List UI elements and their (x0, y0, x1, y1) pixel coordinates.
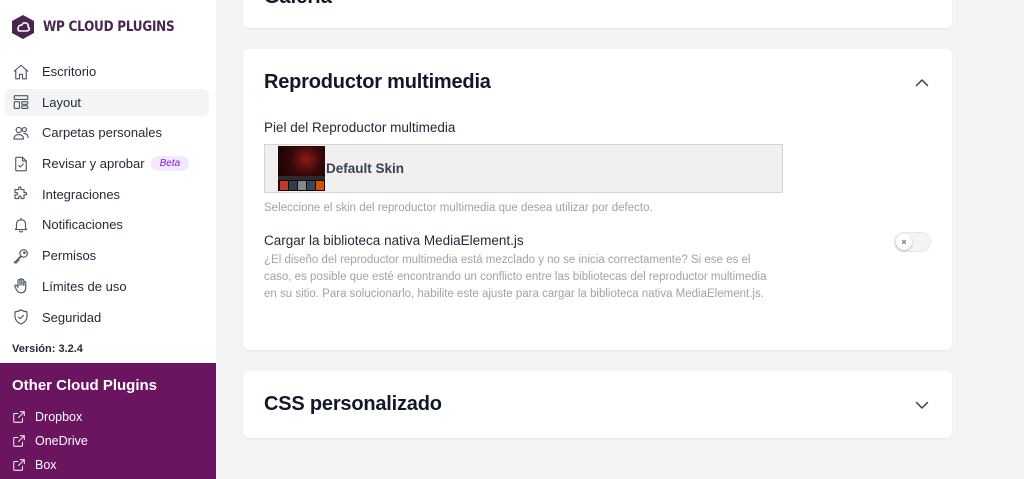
custom-css-section: CSS personalizado (243, 371, 952, 438)
puzzle-icon (12, 185, 30, 203)
gallery-section-card: Galería (243, 0, 952, 28)
brand-name: WP CLOUD PLUGINS (43, 19, 175, 35)
other-plugins-list: Dropbox OneDrive Box (12, 405, 88, 477)
key-icon (12, 247, 30, 265)
nav-item-seguridad[interactable]: Seguridad (5, 304, 209, 331)
nav-label: Permisos (42, 248, 97, 264)
nav-label: Notificaciones (42, 217, 123, 233)
plugin-link-dropbox[interactable]: Dropbox (12, 405, 88, 429)
nav-label: Límites de uso (42, 278, 127, 294)
nav-label: Carpetas personales (42, 125, 162, 141)
chevron-down-icon[interactable] (914, 397, 930, 413)
home-icon (12, 63, 30, 81)
other-plugins-title: Other Cloud Plugins (12, 377, 157, 394)
skin-field-label: Piel del Reproductor multimedia (264, 120, 456, 135)
nav-item-notificaciones[interactable]: Notificaciones (5, 211, 209, 238)
version-label: Versión: 3.2.4 (12, 343, 83, 355)
beta-badge: Beta (150, 156, 190, 172)
nav-label: Integraciones (42, 186, 121, 202)
native-mediaelement-toggle[interactable]: × (894, 232, 931, 252)
media-player-section: Reproductor multimedia Piel del Reproduc… (243, 49, 952, 350)
brand-logo[interactable]: WP CLOUD PLUGINS (11, 14, 196, 40)
layout-icon (12, 93, 30, 111)
custom-css-section-title[interactable]: CSS personalizado (264, 393, 442, 416)
native-mediaelement-description: ¿El diseño del reproductor multimedia es… (264, 254, 767, 300)
hand-icon (12, 277, 30, 295)
main-nav: Escritorio Layout Carpetas personales Re… (5, 58, 209, 334)
users-icon (12, 124, 30, 142)
plugin-link-box[interactable]: Box (12, 453, 88, 477)
plugin-link-label: Dropbox (35, 410, 83, 424)
nav-label: Revisar y aprobar (42, 156, 145, 172)
external-link-icon (13, 411, 25, 423)
shield-check-icon (12, 308, 30, 326)
toggle-knob-x-icon: × (896, 234, 912, 250)
plugin-link-label: Box (35, 458, 57, 472)
external-link-icon (13, 459, 25, 471)
nav-label: Escritorio (42, 64, 97, 79)
chevron-up-icon[interactable] (914, 75, 930, 91)
brand-logo-icon (12, 15, 34, 39)
media-player-section-title[interactable]: Reproductor multimedia (264, 71, 491, 94)
bell-icon (12, 216, 30, 234)
document-check-icon (12, 155, 30, 173)
external-link-icon (13, 435, 25, 447)
native-mediaelement-label: Cargar la biblioteca nativa MediaElement… (264, 233, 524, 248)
sidebar: WP CLOUD PLUGINS Escritorio Layout Carpe… (0, 0, 216, 479)
other-cloud-plugins-panel: Other Cloud Plugins Dropbox OneDrive Box (0, 363, 216, 479)
skin-select[interactable]: Default Skin (264, 144, 783, 193)
skin-preview-thumbnail (278, 146, 325, 191)
skin-selected-value: Default Skin (326, 161, 405, 176)
nav-label: Seguridad (42, 309, 102, 325)
nav-item-escritorio[interactable]: Escritorio (5, 58, 209, 85)
nav-item-carpetas-personales[interactable]: Carpetas personales (5, 119, 209, 146)
nav-item-integraciones[interactable]: Integraciones (5, 181, 209, 208)
plugin-link-label: OneDrive (35, 434, 88, 448)
plugin-link-onedrive[interactable]: OneDrive (12, 429, 88, 453)
gallery-section-title[interactable]: Galería (264, 0, 332, 9)
nav-item-limites-uso[interactable]: Límites de uso (5, 273, 209, 300)
nav-label: Layout (42, 94, 82, 110)
nav-item-revisar-aprobar[interactable]: Revisar y aprobar Beta (5, 150, 209, 177)
nav-item-permisos[interactable]: Permisos (5, 242, 209, 269)
nav-item-layout[interactable]: Layout (5, 88, 209, 116)
skin-help-text: Seleccione el skin del reproductor multi… (264, 202, 653, 214)
